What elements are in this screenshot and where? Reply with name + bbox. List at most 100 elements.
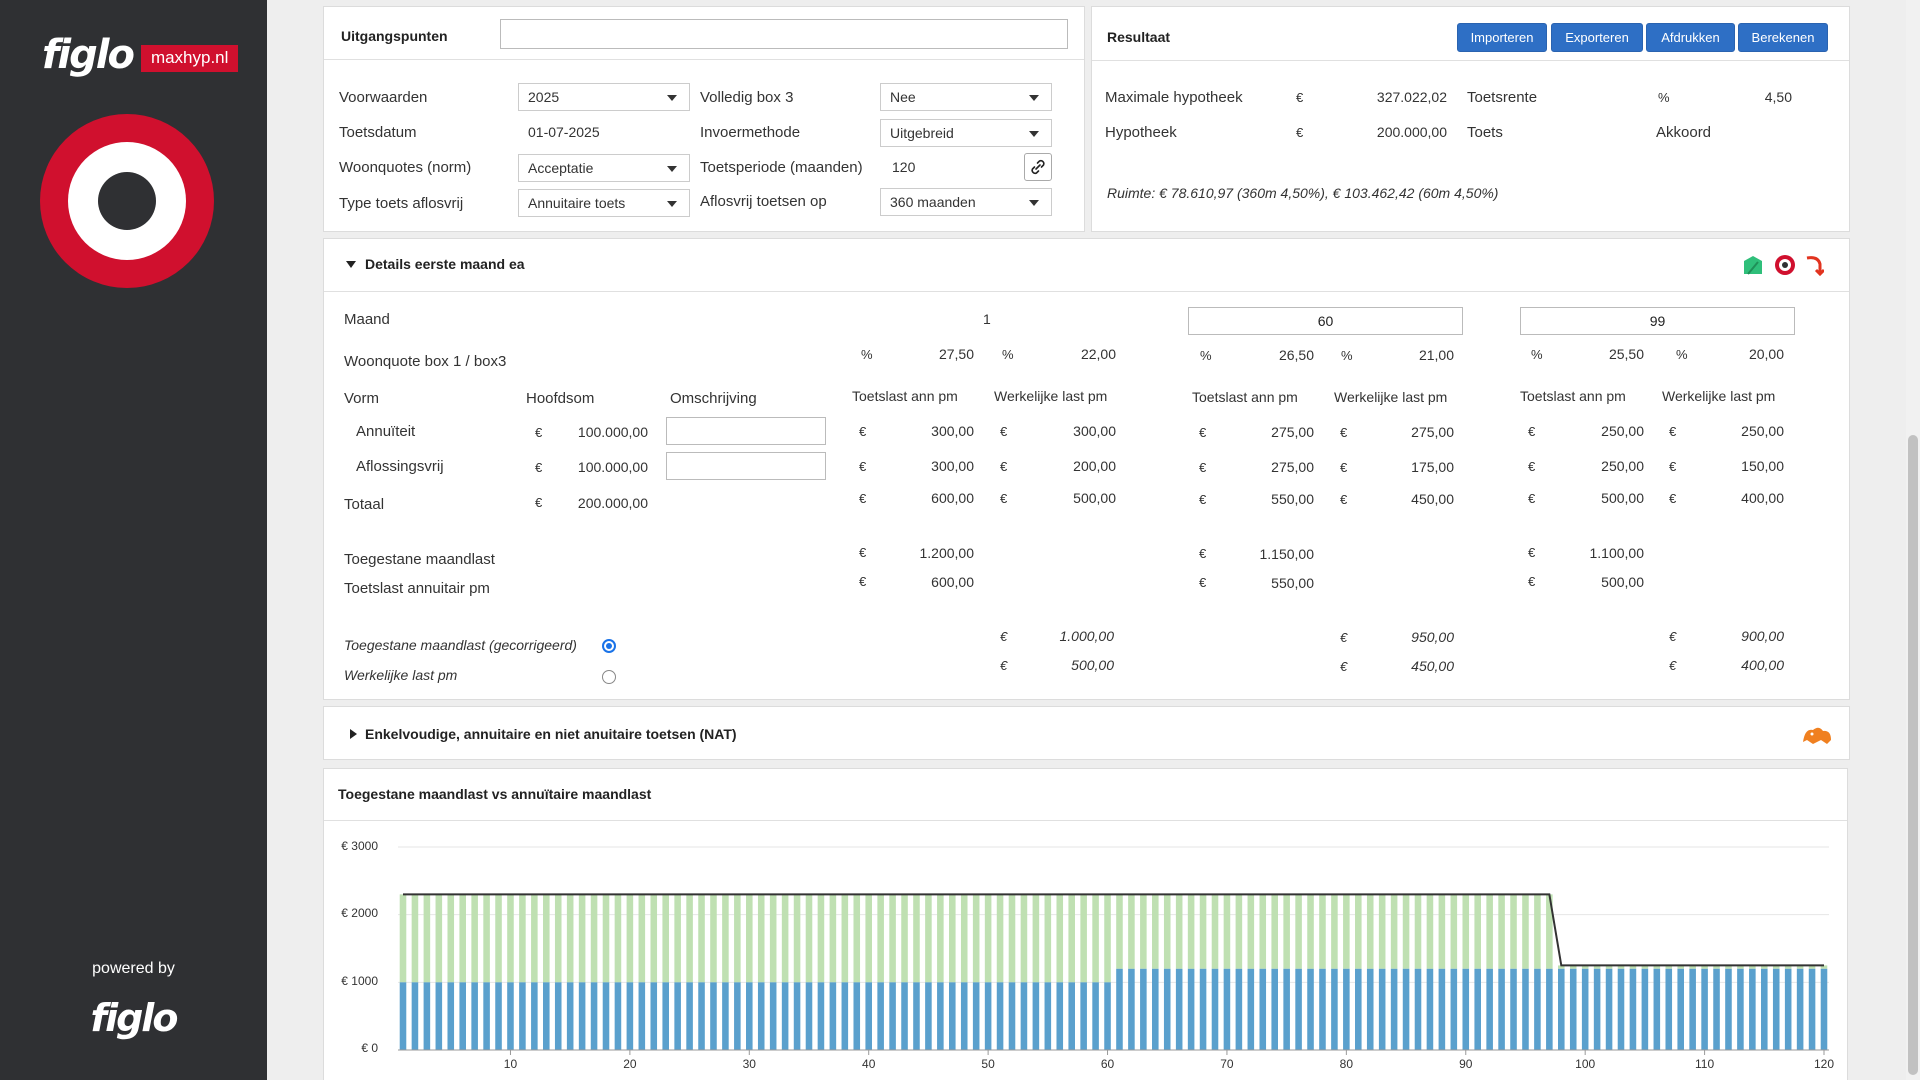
aflosvrij-toetsen-value: 360 maanden bbox=[890, 194, 976, 210]
bar-toegestane bbox=[984, 894, 992, 983]
bar-annuitair bbox=[1056, 982, 1064, 1050]
bar-toegestane bbox=[853, 894, 861, 983]
bar-annuitair bbox=[459, 982, 466, 1050]
scrollbar-thumb[interactable] bbox=[1908, 435, 1918, 1075]
berekenen-button[interactable]: Berekenen bbox=[1738, 23, 1828, 52]
hypotheek-label: Hypotheek bbox=[1105, 124, 1177, 141]
type-toets-label: Type toets aflosvrij bbox=[339, 195, 464, 212]
invoermethode-select[interactable]: Uitgebreid bbox=[880, 119, 1052, 147]
brand-name: figlo bbox=[42, 32, 135, 78]
bar-annuitair bbox=[590, 982, 598, 1050]
bar-annuitair bbox=[399, 982, 407, 1050]
vorm-header: Vorm bbox=[344, 390, 380, 407]
currency: € bbox=[1000, 459, 1008, 474]
bar-annuitair bbox=[710, 982, 717, 1050]
type-toets-select[interactable]: Annuitaire toets bbox=[518, 189, 690, 217]
x-tick-label: 90 bbox=[1459, 1057, 1473, 1071]
importeren-button[interactable]: Importeren bbox=[1457, 23, 1547, 52]
toetslast-ann-col3: 250,00 bbox=[1601, 423, 1644, 439]
red-arrow-icon[interactable] bbox=[1804, 254, 1824, 276]
werkelijk-totaal-col2: 450,00 bbox=[1411, 491, 1454, 507]
toetslast-aflos-col2: 275,00 bbox=[1271, 459, 1314, 475]
bar-toegestane bbox=[626, 894, 634, 983]
details-title[interactable]: Details eerste maand ea bbox=[365, 256, 525, 272]
bar-annuitair bbox=[519, 982, 526, 1050]
bar-annuitair bbox=[960, 982, 968, 1050]
volledig-box3-value: Nee bbox=[890, 89, 916, 105]
bar-annuitair bbox=[1605, 968, 1613, 1050]
uitgangspunten-title: Uitgangspunten bbox=[341, 28, 448, 44]
bar-toegestane bbox=[531, 894, 538, 983]
bar-annuitair bbox=[877, 982, 884, 1050]
maand-99-input[interactable]: 99 bbox=[1520, 307, 1795, 335]
uitgangspunten-name-input[interactable] bbox=[500, 19, 1068, 49]
bar-annuitair bbox=[1247, 968, 1255, 1050]
toetsperiode-value[interactable]: 120 bbox=[892, 159, 915, 175]
bar-annuitair bbox=[1761, 968, 1768, 1050]
bar-annuitair bbox=[1175, 968, 1183, 1050]
bar-annuitair bbox=[1510, 968, 1517, 1050]
bar-toegestane bbox=[805, 894, 813, 983]
omschrijving-aflossingsvrij-input[interactable] bbox=[666, 452, 826, 480]
bar-annuitair bbox=[1140, 968, 1147, 1050]
bar-annuitair bbox=[423, 982, 431, 1050]
currency: € bbox=[1000, 658, 1008, 673]
voorwaarden-select[interactable]: 2025 bbox=[518, 83, 690, 111]
gecorrigeerd-radio[interactable] bbox=[602, 639, 616, 653]
bar-annuitair bbox=[1749, 968, 1756, 1050]
link-button[interactable] bbox=[1024, 153, 1052, 181]
scrollbar[interactable] bbox=[1906, 0, 1920, 1080]
bar-toegestane bbox=[447, 894, 455, 983]
expand-icon[interactable] bbox=[350, 729, 357, 739]
bar-annuitair bbox=[722, 982, 729, 1050]
hoofdsom-currency: € bbox=[535, 460, 543, 475]
currency: € bbox=[1340, 492, 1348, 507]
omschrijving-annuiteit-input[interactable] bbox=[666, 417, 826, 445]
afdrukken-button[interactable]: Afdrukken bbox=[1646, 23, 1735, 52]
bar-annuitair bbox=[1462, 968, 1470, 1050]
collapse-icon[interactable] bbox=[346, 261, 356, 268]
werkelijk-header-col3: Werkelijke last pm bbox=[1662, 388, 1776, 404]
volledig-box3-select[interactable]: Nee bbox=[880, 83, 1052, 111]
powered-by-label: powered by bbox=[92, 960, 175, 977]
exporteren-button[interactable]: Exporteren bbox=[1551, 23, 1643, 52]
toetslast-header-col3: Toetslast ann pm bbox=[1520, 388, 1626, 404]
aflosvrij-toetsen-select[interactable]: 360 maanden bbox=[880, 188, 1052, 216]
orange-lion-icon[interactable] bbox=[1801, 722, 1833, 746]
werkelijke-last-radio[interactable] bbox=[602, 670, 616, 684]
percent-sign: % bbox=[1002, 347, 1014, 362]
currency: € bbox=[1000, 491, 1008, 506]
toetsdatum-value[interactable]: 01-07-2025 bbox=[528, 124, 600, 140]
bar-toegestane bbox=[1378, 894, 1386, 969]
bar-annuitair bbox=[1438, 968, 1446, 1050]
bar-toegestane bbox=[1343, 894, 1350, 969]
currency: € bbox=[859, 545, 867, 560]
bar-annuitair bbox=[1796, 968, 1804, 1050]
bar-toegestane bbox=[1414, 894, 1422, 969]
bar-toegestane bbox=[1187, 894, 1195, 969]
bar-toegestane bbox=[1534, 894, 1541, 969]
hoofdsom-aflossingsvrij: 100.000,00 bbox=[577, 459, 648, 475]
gecorrigeerd-col1: 1.000,00 bbox=[1059, 628, 1115, 644]
bar-annuitair bbox=[1581, 968, 1589, 1050]
green-house-icon[interactable] bbox=[1742, 254, 1764, 276]
bar-toegestane bbox=[1402, 894, 1410, 969]
bar-toegestane bbox=[471, 894, 478, 983]
werkelijk-ann-col2: 275,00 bbox=[1411, 424, 1454, 440]
nat-title[interactable]: Enkelvoudige, annuitaire en niet anuitai… bbox=[365, 726, 737, 742]
bar-annuitair bbox=[566, 982, 574, 1050]
bar-toegestane bbox=[1020, 894, 1028, 983]
werkelijk-totaal-col3: 400,00 bbox=[1741, 490, 1784, 506]
bar-annuitair bbox=[1008, 982, 1016, 1050]
bar-toegestane bbox=[495, 894, 502, 983]
maand-60-input[interactable]: 60 bbox=[1188, 307, 1463, 335]
brand-logo[interactable]: figlo maxhyp.nl bbox=[42, 32, 239, 78]
bar-toegestane bbox=[662, 894, 669, 983]
red-target-icon[interactable] bbox=[1774, 254, 1796, 276]
chevron-down-icon bbox=[1029, 131, 1039, 137]
bar-toegestane bbox=[1044, 894, 1052, 983]
bar-annuitair bbox=[889, 982, 896, 1050]
chart-panel: Toegestane maandlast vs annuïtaire maand… bbox=[323, 768, 1848, 1080]
currency: € bbox=[1669, 629, 1677, 644]
woonquotes-select[interactable]: Acceptatie bbox=[518, 154, 690, 182]
